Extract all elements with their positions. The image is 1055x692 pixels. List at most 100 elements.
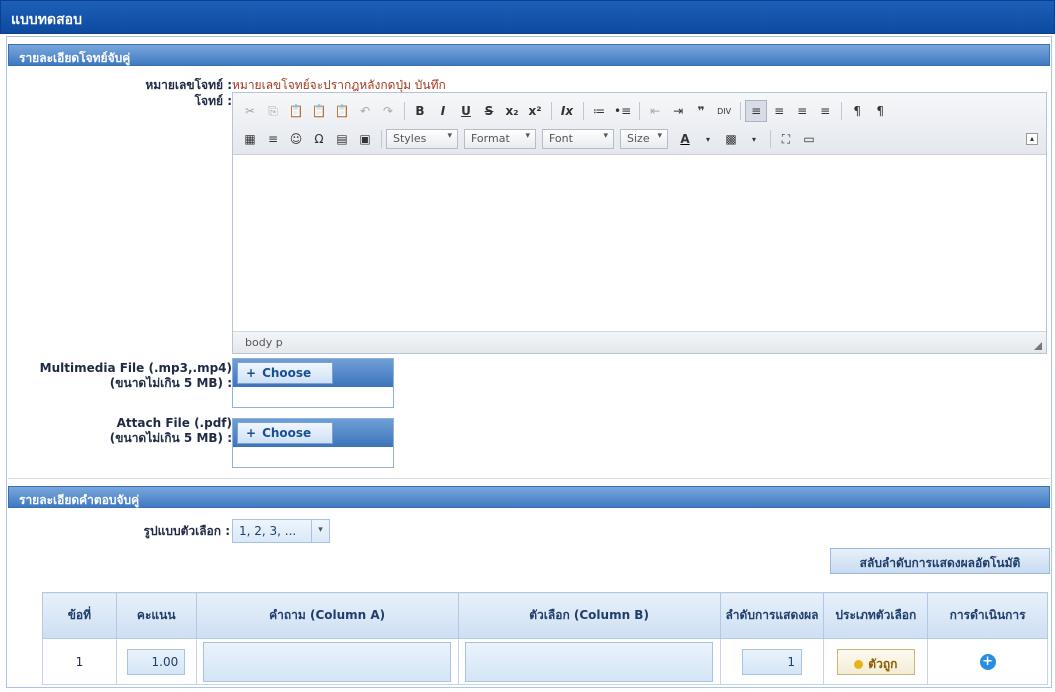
image-icon[interactable]: ▣ xyxy=(354,128,376,150)
strikethrough-button[interactable]: S xyxy=(478,100,500,122)
col-header-no: ข้อที่ xyxy=(42,592,117,639)
bold-button[interactable]: B xyxy=(409,100,431,122)
attach-choose-button[interactable]: + Choose xyxy=(237,422,333,444)
resize-handle-icon[interactable] xyxy=(1034,342,1042,350)
cut-icon[interactable]: ✂ xyxy=(239,100,261,122)
indent-icon[interactable]: ⇥ xyxy=(667,100,689,122)
undo-icon[interactable]: ↶ xyxy=(354,100,376,122)
size-combo-label: Size xyxy=(627,132,650,145)
col-header-order: ลำดับการแสดงผล xyxy=(719,592,825,639)
toolbar-separator xyxy=(770,130,771,148)
table-icon[interactable]: ▦ xyxy=(239,128,261,150)
toolbar-separator xyxy=(404,102,405,120)
underline-button[interactable]: U xyxy=(455,100,477,122)
multimedia-label-line1: Multimedia File (.mp3,.mp4) xyxy=(39,361,232,375)
answer-section-title: รายละเอียดคำตอบจับคู่ xyxy=(19,493,140,507)
toolbar-separator xyxy=(740,102,742,120)
choice-format-select[interactable]: 1, 2, 3, ... ▾ xyxy=(232,519,330,543)
rich-text-editor[interactable]: ✂ ⎘ 📋 📋 📋 ↶ ↷ B I U S x₂ x² Ix ≔ •≡ ⇤ ⇥ … xyxy=(232,92,1047,354)
outdent-icon[interactable]: ⇤ xyxy=(644,100,666,122)
attach-upload-bar: + Choose xyxy=(233,419,393,447)
multimedia-label: Multimedia File (.mp3,.mp4) (ขนาดไม่เกิน… xyxy=(20,361,232,391)
col-header-choice: ตัวเลือก (Column B) xyxy=(457,592,721,639)
ltr-direction-icon[interactable]: ¶ xyxy=(846,100,868,122)
chevron-down-icon: ▾ xyxy=(447,131,452,141)
question-section-header: รายละเอียดโจทย์จับคู่ xyxy=(8,44,1050,66)
score-cell: 1.00 xyxy=(115,638,197,685)
background-color-icon[interactable]: ▩ xyxy=(720,128,742,150)
styles-combo[interactable]: Styles ▾ xyxy=(386,129,458,149)
rtl-direction-icon[interactable]: ¶ xyxy=(869,100,891,122)
attach-upload: + Choose xyxy=(232,418,394,468)
plus-icon: + xyxy=(246,426,257,440)
choice-type-button[interactable]: ตัวถูก xyxy=(836,648,915,675)
chevron-down-icon[interactable]: ▾ xyxy=(697,128,719,150)
question-input[interactable] xyxy=(203,641,452,682)
col-header-question: คำถาม (Column A) xyxy=(195,592,459,639)
subscript-button[interactable]: x₂ xyxy=(501,100,523,122)
chevron-down-icon[interactable]: ▾ xyxy=(743,128,765,150)
blockquote-icon[interactable]: ❞ xyxy=(690,100,712,122)
window-titlebar: แบบทดสอบ xyxy=(0,0,1055,34)
div-container-icon[interactable]: DIV xyxy=(713,100,735,122)
chevron-down-icon: ▾ xyxy=(525,131,530,141)
window-title: แบบทดสอบ xyxy=(11,12,82,28)
attach-label-line1: Attach File (.pdf) xyxy=(116,416,232,430)
paste-word-icon[interactable]: 📋 xyxy=(331,100,353,122)
editor-content-area[interactable] xyxy=(233,155,1046,331)
redo-icon[interactable]: ↷ xyxy=(377,100,399,122)
toolbar-row-2: ▦ ≡ ☺ Ω ▤ ▣ Styles ▾ Format ▾ Font ▾ Size ▾ … xyxy=(239,127,821,151)
attach-choose-label: Choose xyxy=(262,426,312,440)
chevron-down-icon: ▾ xyxy=(657,131,662,141)
action-cell: + xyxy=(927,638,1048,685)
chevron-down-icon: ▾ xyxy=(603,131,608,141)
toolbar-separator xyxy=(551,102,552,120)
align-center-icon[interactable]: ≡ xyxy=(768,100,790,122)
justify-icon[interactable]: ≡ xyxy=(814,100,836,122)
paste-text-icon[interactable]: 📋 xyxy=(308,100,330,122)
question-number-label: หมายเลขโจทย์ : xyxy=(145,78,232,92)
multimedia-label-line2: (ขนาดไม่เกิน 5 MB) : xyxy=(109,376,232,390)
multimedia-choose-button[interactable]: + Choose xyxy=(237,362,333,384)
font-combo-label: Font xyxy=(549,132,573,145)
text-color-icon[interactable]: A xyxy=(674,128,696,150)
collapse-toolbar-icon[interactable]: ▴ xyxy=(1026,133,1038,145)
bulleted-list-icon[interactable]: •≡ xyxy=(611,100,634,122)
paste-icon[interactable]: 📋 xyxy=(285,100,307,122)
order-input[interactable]: 1 xyxy=(741,648,802,675)
editor-toolbar: ✂ ⎘ 📋 📋 📋 ↶ ↷ B I U S x₂ x² Ix ≔ •≡ ⇤ ⇥ … xyxy=(233,93,1046,155)
multimedia-upload: + Choose xyxy=(232,358,394,408)
editor-element-path: body p xyxy=(233,331,1046,353)
score-input[interactable]: 1.00 xyxy=(127,648,186,675)
choice-input[interactable] xyxy=(465,641,714,682)
plus-icon: + xyxy=(246,366,257,380)
toolbar-separator xyxy=(583,102,584,120)
special-char-icon[interactable]: Ω xyxy=(308,128,330,150)
superscript-button[interactable]: x² xyxy=(524,100,546,122)
size-combo[interactable]: Size ▾ xyxy=(620,129,668,149)
attach-label: Attach File (.pdf) (ขนาดไม่เกิน 5 MB) : xyxy=(20,416,232,446)
maximize-icon[interactable]: ⛶ xyxy=(775,128,797,150)
smiley-icon[interactable]: ☺ xyxy=(285,128,307,150)
multimedia-upload-bar: + Choose xyxy=(233,359,393,387)
toolbar-separator xyxy=(841,102,843,120)
numbered-list-icon[interactable]: ≔ xyxy=(588,100,610,122)
align-left-icon[interactable]: ≡ xyxy=(745,100,768,122)
element-path-text[interactable]: body p xyxy=(245,336,283,349)
table-header-row: ข้อที่ คะแนน คำถาม (Column A) ตัวเลือก (… xyxy=(42,592,1048,639)
remove-format-button[interactable]: Ix xyxy=(556,100,578,122)
page-break-icon[interactable]: ▤ xyxy=(331,128,353,150)
toolbar-row-1: ✂ ⎘ 📋 📋 📋 ↶ ↷ B I U S x₂ x² Ix ≔ •≡ ⇤ ⇥ … xyxy=(239,99,892,123)
auto-shuffle-button[interactable]: สลับลำดับการแสดงผลอัตโนมัติ xyxy=(830,548,1050,574)
add-row-icon[interactable]: + xyxy=(979,653,996,670)
format-combo[interactable]: Format ▾ xyxy=(464,129,536,149)
format-combo-label: Format xyxy=(471,132,510,145)
show-blocks-icon[interactable]: ▭ xyxy=(798,128,820,150)
horizontal-rule-icon[interactable]: ≡ xyxy=(262,128,284,150)
question-text-label: โจทย์ : xyxy=(194,94,232,108)
italic-button[interactable]: I xyxy=(432,100,454,122)
copy-icon[interactable]: ⎘ xyxy=(262,100,284,122)
toolbar-separator xyxy=(639,102,641,120)
align-right-icon[interactable]: ≡ xyxy=(791,100,813,122)
font-combo[interactable]: Font ▾ xyxy=(542,129,614,149)
